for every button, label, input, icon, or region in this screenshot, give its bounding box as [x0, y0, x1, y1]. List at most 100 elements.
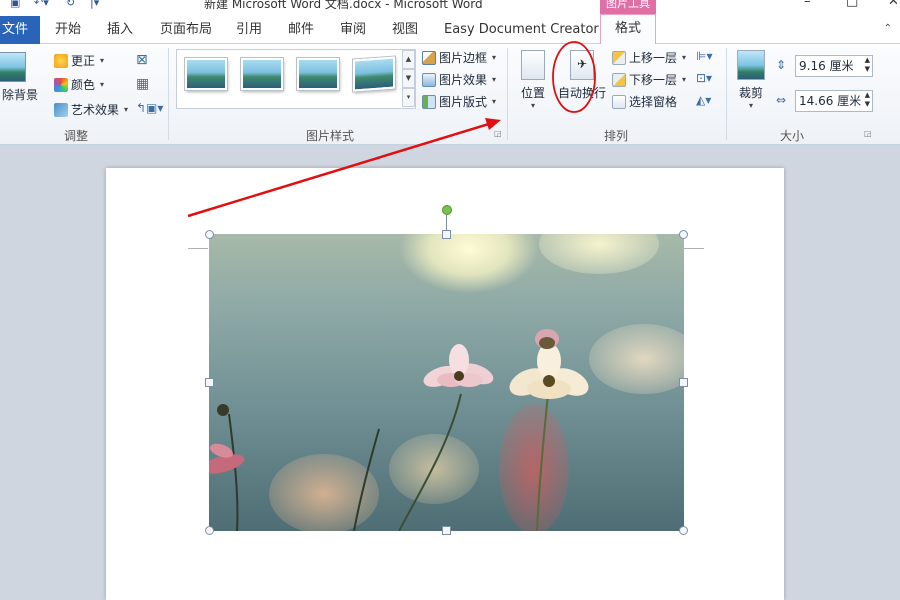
tab-format[interactable]: 格式 [600, 14, 657, 45]
tab-mailings[interactable]: 邮件 [288, 16, 314, 44]
remove-background-button[interactable]: 除背景 [0, 52, 40, 103]
height-spinner-icon[interactable]: ▲ ▼ [865, 56, 870, 74]
resize-handle-bottom-right[interactable] [679, 526, 688, 535]
window-title: 新建 Microsoft Word 文档.docx - Microsoft Wo… [204, 0, 483, 11]
save-icon[interactable]: ▣ [10, 0, 20, 9]
picture-border-button[interactable]: 图片边框 ▾ [422, 49, 496, 66]
picture-layout-label: 图片版式 [439, 95, 488, 109]
bring-forward-icon [612, 50, 626, 65]
wrap-text-button[interactable]: ✈ 自动换行 [556, 50, 608, 101]
pencil-border-icon [422, 50, 436, 65]
selected-picture[interactable] [209, 234, 684, 531]
dialog-launcher-icon[interactable]: ◲ [494, 129, 502, 138]
undo-icon[interactable]: ↶▾ [34, 0, 49, 9]
margin-guide [188, 248, 208, 249]
size-dialog-launcher-icon[interactable]: ◲ [864, 129, 872, 138]
redo-icon[interactable]: ↻ [66, 0, 75, 9]
send-backward-label: 下移一层 [629, 73, 678, 87]
ribbon-tab-row: 文件 开始 插入 页面布局 引用 邮件 审阅 视图 Easy Document … [0, 14, 900, 45]
margin-guide [684, 248, 704, 249]
position-label: 位置 [520, 86, 545, 100]
gallery-scroll[interactable]: ▲ ▼ ▾ [402, 50, 415, 108]
tab-insert[interactable]: 插入 [107, 16, 133, 44]
picture-effects-button[interactable]: 图片效果 ▾ [422, 71, 496, 88]
corrections-button[interactable]: 更正 ▾ [54, 52, 104, 69]
collapse-ribbon-icon[interactable]: ⌃ [884, 23, 892, 34]
color-label: 颜色 [71, 78, 96, 92]
picture-style-thumbnail[interactable] [353, 56, 395, 92]
ribbon: 除背景 更正 ▾ 颜色 ▾ 艺术效果 ▾ ⊠ ▦ ↰▣▾ 调整 ▲ ▼ ▾ 图片边框 ▾… [0, 44, 900, 145]
picture-style-thumbnail[interactable] [297, 58, 339, 90]
selection-pane-button[interactable]: 选择窗格 [612, 93, 677, 110]
picture-layout-button[interactable]: 图片版式 ▾ [422, 93, 496, 110]
send-backward-icon [612, 72, 626, 87]
artistic-effects-icon [54, 102, 68, 117]
picture-style-thumbnail[interactable] [185, 58, 227, 90]
remove-background-label: 除背景 [1, 88, 38, 102]
position-icon [521, 50, 545, 80]
bring-forward-button[interactable]: 上移一层 ▾ [612, 49, 686, 66]
wrap-text-label: 自动换行 [557, 86, 606, 100]
tab-easy-document-creator[interactable]: Easy Document Creator [444, 16, 599, 44]
remove-background-icon [0, 52, 26, 82]
selection-pane-label: 选择窗格 [629, 95, 678, 109]
picture-styles-gallery[interactable] [176, 49, 416, 109]
bring-forward-label: 上移一层 [629, 51, 678, 65]
position-button[interactable]: 位置 ▾ [516, 50, 550, 110]
artistic-effects-label: 艺术效果 [71, 103, 120, 117]
effects-icon [422, 72, 436, 87]
title-bar: ▣ ↶▾ ↻ |▾ 新建 Microsoft Word 文档.docx - Mi… [0, 0, 900, 14]
picture-border-label: 图片边框 [439, 51, 488, 65]
size-group-label: 大小 [779, 129, 804, 143]
sun-icon [54, 53, 68, 68]
width-spinner-icon[interactable]: ▲ ▼ [865, 91, 870, 109]
color-palette-icon [54, 77, 68, 92]
color-button[interactable]: 颜色 ▾ [54, 76, 104, 93]
align-icon[interactable]: ⊫▾ [696, 49, 712, 63]
send-backward-button[interactable]: 下移一层 ▾ [612, 71, 686, 88]
rotate-handle[interactable] [442, 205, 452, 215]
picture-style-thumbnail[interactable] [241, 58, 283, 90]
resize-handle-bottom[interactable] [442, 526, 451, 535]
artistic-effects-button[interactable]: 艺术效果 ▾ [54, 101, 128, 118]
resize-handle-right[interactable] [679, 378, 688, 387]
corrections-label: 更正 [71, 54, 96, 68]
crop-icon [737, 50, 765, 80]
tab-file[interactable]: 文件 [0, 16, 40, 44]
tab-review[interactable]: 审阅 [340, 16, 366, 44]
rotate-icon[interactable]: ◭▾ [696, 93, 711, 107]
close-icon[interactable]: ✕ [888, 0, 899, 9]
reset-picture-icon[interactable]: ↰▣▾ [136, 101, 163, 115]
tab-home[interactable]: 开始 [55, 16, 81, 44]
minimize-icon[interactable]: – [804, 0, 811, 9]
gallery-more-icon[interactable]: ▾ [402, 88, 415, 107]
customize-quick-access-icon[interactable]: |▾ [90, 0, 99, 9]
picture-styles-group-label: 图片样式 [305, 129, 354, 143]
resize-handle-left[interactable] [205, 378, 214, 387]
width-input[interactable]: 14.66 厘米 ▲ ▼ [795, 90, 873, 112]
wrap-text-icon: ✈ [570, 50, 594, 80]
resize-handle-top-right[interactable] [679, 230, 688, 239]
resize-handle-bottom-left[interactable] [205, 526, 214, 535]
layout-icon [422, 94, 436, 109]
gallery-down-icon[interactable]: ▼ [402, 69, 415, 88]
resize-handle-top[interactable] [442, 230, 451, 239]
maximize-icon[interactable]: □ [846, 0, 858, 9]
tab-references[interactable]: 引用 [236, 16, 262, 44]
change-picture-icon[interactable]: ▦ [136, 76, 149, 92]
width-icon: ⇔ [776, 93, 787, 107]
tab-page-layout[interactable]: 页面布局 [160, 16, 212, 44]
gallery-up-icon[interactable]: ▲ [402, 50, 415, 69]
cosmos-flowers-illustration [209, 329, 589, 531]
group-divider [507, 48, 508, 140]
adjust-group-label: 调整 [63, 129, 88, 143]
resize-handle-top-left[interactable] [205, 230, 214, 239]
arrange-group-label: 排列 [603, 129, 628, 143]
group-icon[interactable]: ⊡▾ [696, 71, 712, 85]
crop-button[interactable]: 裁剪 ▾ [734, 50, 768, 110]
picture-tools-context-label: 图片工具 [600, 0, 656, 14]
compress-pictures-icon[interactable]: ⊠ [136, 52, 148, 68]
height-input[interactable]: 9.16 厘米 ▲ ▼ [795, 55, 873, 77]
height-value: 9.16 厘米 [799, 59, 854, 73]
tab-view[interactable]: 视图 [392, 16, 418, 44]
